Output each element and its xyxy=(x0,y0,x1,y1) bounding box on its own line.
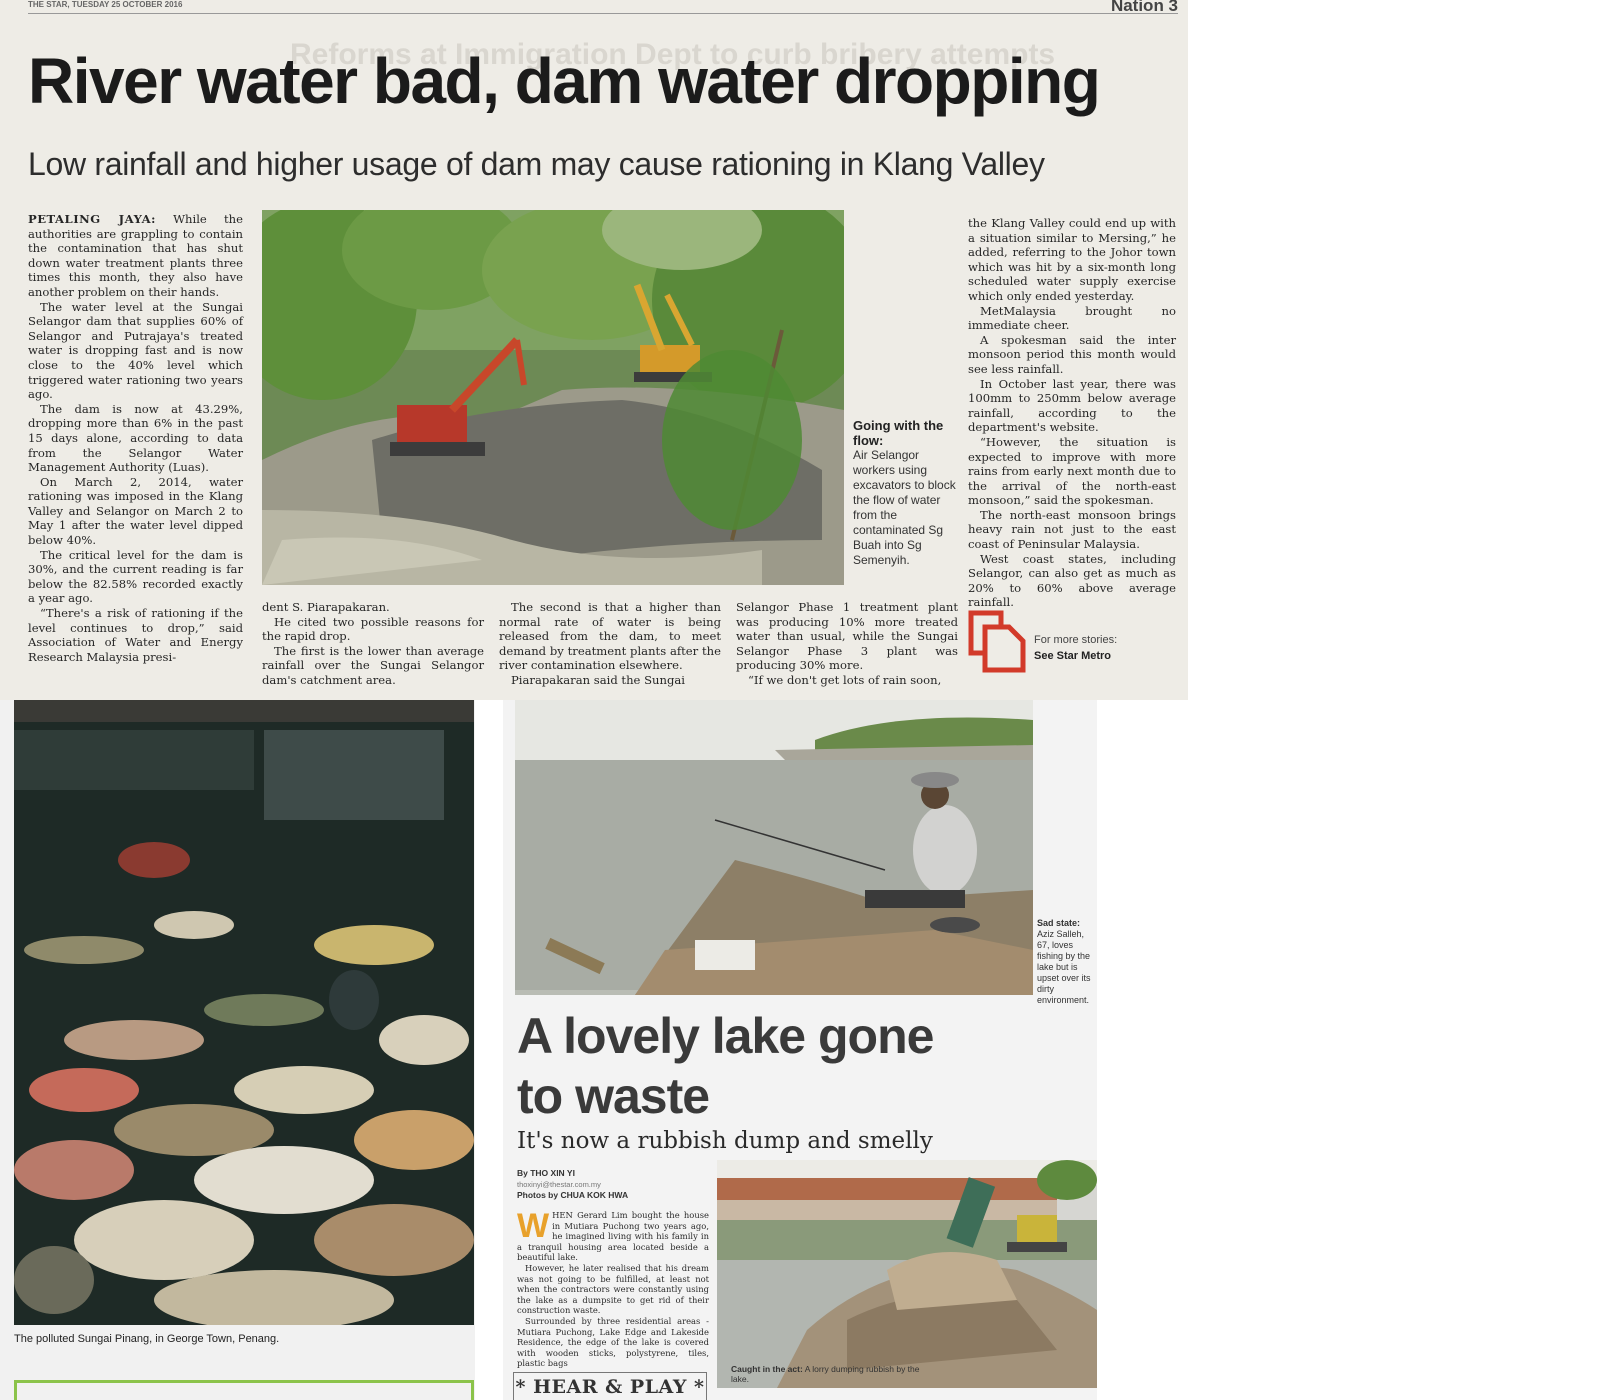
photo-caption: The polluted Sungai Pinang, in George To… xyxy=(14,1333,280,1345)
photo-caption: Caught in the act: A lorry dumping rubbi… xyxy=(731,1364,931,1384)
runhead-date: THE STAR, TUESDAY 25 OCTOBER 2016 xyxy=(28,0,183,9)
paragraph: A spokesman said the inter monsoon perio… xyxy=(968,332,1176,376)
subheadline: Low rainfall and higher usage of dam may… xyxy=(28,146,1045,182)
paragraph: West coast states, including Selangor, c… xyxy=(968,551,1176,610)
paragraph: Selangor Phase 1 treatment plant was pro… xyxy=(736,600,958,673)
byline: By THO XIN YI xyxy=(517,1168,575,1178)
paragraph: the Klang Valley could end up with a sit… xyxy=(968,216,1176,303)
paragraph: W HEN Gerard Lim bought the house in Muti… xyxy=(517,1207,709,1263)
caption-title: Sad state: xyxy=(1037,918,1081,928)
more-stories-label: For more stories: xyxy=(1034,634,1118,646)
paragraph: “There's a risk of rationing if the leve… xyxy=(28,606,243,664)
photo-caption: Sad state: Aziz Salleh, 67, loves fishin… xyxy=(1037,918,1097,1006)
photo-polluted-river xyxy=(14,700,474,1325)
paragraph: The dam is now at 43.29%, dropping more … xyxy=(28,401,243,475)
paragraph: The first is the lower than average rain… xyxy=(262,643,484,687)
see-star-metro-label: See Star Metro xyxy=(1034,650,1112,662)
paragraph: The north-east monsoon brings heavy rain… xyxy=(968,507,1176,552)
article-column-2: dent S. Piarapakaran. He cited two possi… xyxy=(262,600,484,688)
photo-lorry-dumping xyxy=(717,1160,1097,1388)
photo-fisherman xyxy=(515,700,1033,995)
paragraph: dent S. Piarapakaran. xyxy=(262,600,390,614)
caption-title: Caught in the act: xyxy=(731,1364,803,1374)
drop-cap: W xyxy=(517,1207,550,1245)
section-label: Nation 3 xyxy=(1110,0,1178,15)
paragraph: The water level at the Sungai Selangor d… xyxy=(28,299,243,402)
caption-text: Aziz Salleh, 67, loves fishing by the la… xyxy=(1037,929,1091,1005)
headline: A lovely lake gone to waste xyxy=(517,1008,934,1124)
photo-excavators xyxy=(262,210,844,585)
paragraph: The critical level for the dam is 30%, a… xyxy=(28,547,243,606)
photo-caption: Going with the flow: Air Selangor worker… xyxy=(853,418,963,568)
documents-icon xyxy=(968,610,1026,673)
paragraph: “However, the situation is expected to i… xyxy=(968,434,1176,508)
paragraph: Surrounded by three residential areas - … xyxy=(517,1315,709,1369)
newspaper-clipping-river: The polluted Sungai Pinang, in George To… xyxy=(0,700,475,1400)
paragraph: He cited two possible reasons for the ra… xyxy=(262,614,484,644)
paragraph: MetMalaysia brought no immediate cheer. xyxy=(968,303,1176,333)
paragraph: Piarapakaran said the Sungai xyxy=(511,672,686,687)
running-header: THE STAR, TUESDAY 25 OCTOBER 2016 Nation… xyxy=(28,0,1178,15)
byline-block: By THO XIN YI thoxinyi@thestar.com.my Ph… xyxy=(517,1168,628,1201)
newspaper-clipping-dam: THE STAR, TUESDAY 25 OCTOBER 2016 Nation… xyxy=(0,0,1188,700)
paragraph: “If we don't get lots of rain soon, xyxy=(748,672,942,687)
paragraph: The second is that a higher than normal … xyxy=(499,600,721,673)
article-column-3: The second is that a higher than normal … xyxy=(499,600,721,688)
author-email: thoxinyi@thestar.com.my xyxy=(517,1180,601,1189)
caption-text: Air Selangor workers using excavators to… xyxy=(853,448,956,567)
dateline: PETALING JAYA: xyxy=(28,212,156,226)
article-column-4: Selangor Phase 1 treatment plant was pro… xyxy=(736,600,958,688)
paragraph: However, he later realised that his drea… xyxy=(517,1262,709,1316)
paragraph: In October last year, there was 100mm to… xyxy=(968,376,1176,435)
headline: River water bad, dam water dropping xyxy=(28,45,1101,117)
newspaper-clipping-lake: Sad state: Aziz Salleh, 67, loves fishin… xyxy=(503,700,1097,1400)
subheadline: It's now a rubbish dump and smelly xyxy=(517,1128,933,1154)
green-frame-border xyxy=(14,1380,474,1400)
photo-credit: Photos by CHUA KOK HWA xyxy=(517,1190,629,1200)
hear-and-play-banner: * HEAR & PLAY * xyxy=(513,1372,707,1400)
article-body: W HEN Gerard Lim bought the house in Muti… xyxy=(517,1207,709,1369)
article-column-1: PETALING JAYA: While the authorities are… xyxy=(28,212,243,664)
paragraph: On March 2, 2014, water rationing was im… xyxy=(28,474,243,548)
article-column-5: the Klang Valley could end up with a sit… xyxy=(968,216,1176,610)
caption-title: Going with the flow: xyxy=(853,418,944,448)
more-stories-box: For more stories: See Star Metro xyxy=(968,610,1168,674)
paragraph: PETALING JAYA: While the authorities are… xyxy=(28,212,243,299)
